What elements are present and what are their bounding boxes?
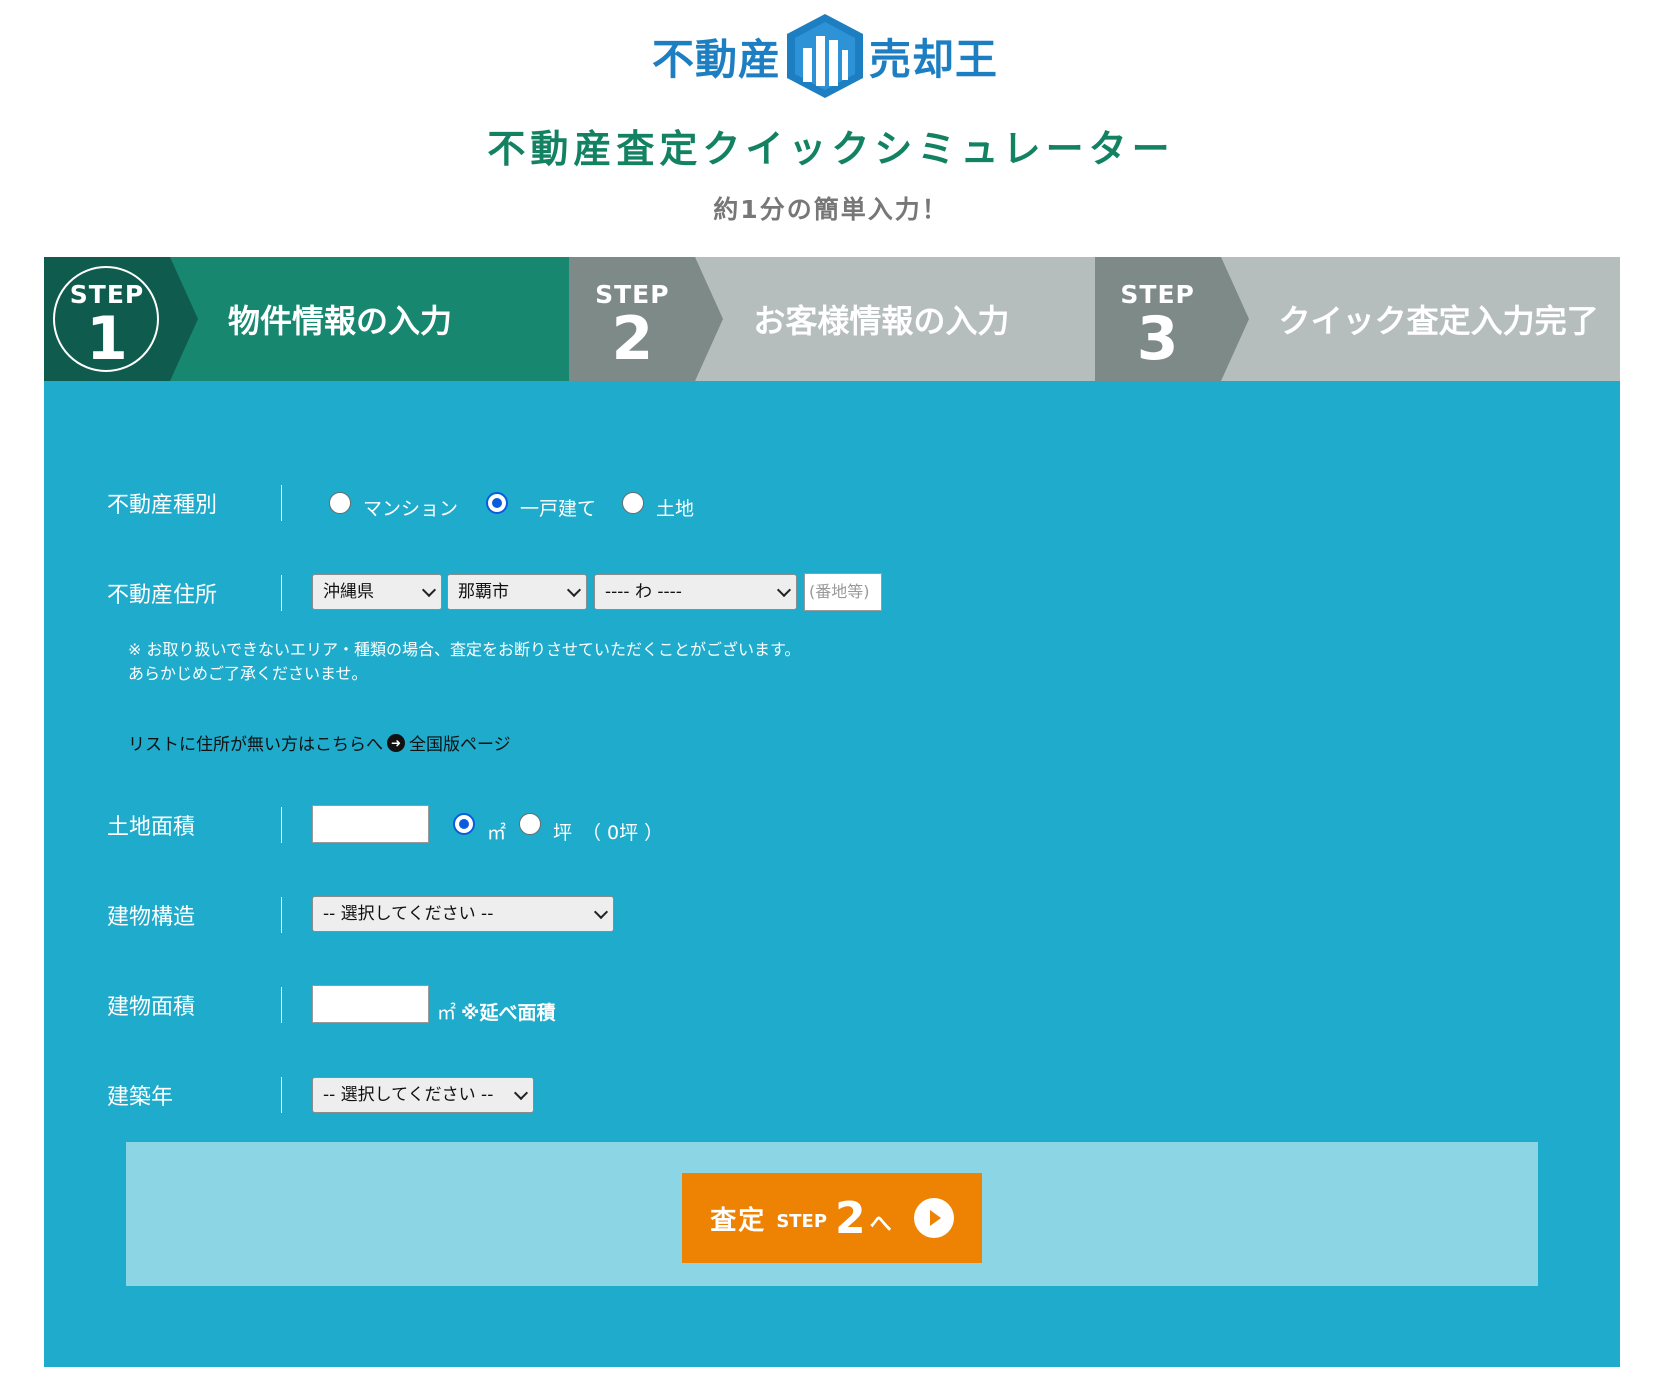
chevron-down-icon [776, 582, 792, 598]
chevron-down-icon [513, 1085, 529, 1101]
logo-text-right: 売却王 [869, 34, 999, 84]
built-year-label: 建築年 [107, 1085, 174, 1110]
step-1-number-box: STEP 1 [44, 257, 198, 381]
nationwide-link-row: リストに住所が無い方はこちらへ ➜ 全国版ページ [128, 730, 511, 755]
step-1: STEP 1 物件情報の入力 [44, 257, 570, 381]
chevron-down-icon [593, 904, 609, 920]
city-select[interactable]: 那覇市 [447, 574, 587, 610]
town-select[interactable]: ---- わ ---- [594, 574, 797, 610]
step-2-digit: 2 [611, 304, 654, 374]
row-divider [281, 485, 282, 521]
next-step-button[interactable]: 査定 STEP 2 へ [682, 1173, 982, 1263]
next-step-text-4: へ [869, 1212, 892, 1237]
built-year-select-value: -- 選択してください -- [323, 1085, 494, 1105]
city-select-value: 那覇市 [458, 582, 509, 602]
row-divider [281, 1077, 282, 1113]
step-1-circle [53, 266, 159, 372]
radio-unit-sqm[interactable] [453, 813, 475, 835]
tsubo-conversion: （ 0坪 ） [582, 822, 664, 844]
town-select-value: ---- わ ---- [605, 582, 682, 602]
address-note-line2: あらかじめご了承くださいませ。 [128, 664, 368, 683]
street-number-input[interactable]: (番地等) [804, 573, 882, 611]
structure-select[interactable]: -- 選択してください -- [312, 896, 614, 932]
radio-detached-house-label[interactable]: 一戸建て [520, 494, 596, 521]
row-divider [281, 897, 282, 933]
building-area-label: 建物面積 [107, 995, 196, 1020]
logo: 不動産 売却王 [652, 10, 1012, 102]
prefecture-select-value: 沖縄県 [323, 582, 374, 602]
address-note-line1: ※ お取り扱いできないエリア・種類の場合、査定をお断りさせていただくことがござい… [128, 640, 801, 659]
land-area-label: 土地面積 [107, 815, 196, 840]
nationwide-page-link[interactable]: 全国版ページ [409, 730, 511, 755]
page-subtitle: 約1分の簡単入力！ [713, 195, 949, 224]
step-2-label: お客様情報の入力 [695, 257, 1095, 381]
row-divider [281, 987, 282, 1023]
radio-detached-house[interactable] [486, 492, 508, 514]
chevron-down-icon [566, 582, 582, 598]
structure-label: 建物構造 [107, 905, 196, 930]
step-3: STEP 3 クイック査定入力完了 [1094, 257, 1620, 381]
step-3-number-box: STEP 3 [1094, 257, 1249, 381]
logo-text-left: 不動産 [652, 34, 782, 84]
street-number-placeholder: (番地等) [809, 582, 870, 601]
step-3-digit: 3 [1136, 304, 1179, 374]
row-divider [281, 575, 282, 611]
built-year-select[interactable]: -- 選択してください -- [312, 1077, 534, 1113]
next-step-text-1: 査定 [710, 1205, 767, 1236]
property-type-label: 不動産種別 [107, 493, 218, 518]
radio-unit-tsubo[interactable] [519, 813, 541, 835]
step-3-word: STEP [1120, 280, 1195, 309]
next-step-text-2: STEP [776, 1210, 828, 1232]
structure-select-value: -- 選択してください -- [323, 904, 494, 924]
nationwide-link-note: リストに住所が無い方はこちらへ [128, 735, 383, 755]
radio-unit-sqm-label[interactable]: ㎡ [487, 818, 506, 845]
step-1-label: 物件情報の入力 [170, 257, 570, 381]
step-2: STEP 2 お客様情報の入力 [569, 257, 1095, 381]
radio-unit-tsubo-label[interactable]: 坪 [553, 818, 572, 845]
arrow-right-circle-icon[interactable]: ➜ [387, 733, 405, 752]
prefecture-select[interactable]: 沖縄県 [312, 574, 442, 610]
next-step-text-3: 2 [835, 1192, 866, 1244]
building-area-unit: ㎡ [437, 1002, 457, 1024]
chevron-down-icon [421, 582, 437, 598]
row-divider [281, 807, 282, 843]
radio-land-label[interactable]: 土地 [656, 494, 694, 521]
land-area-input[interactable] [312, 805, 429, 843]
building-area-input[interactable] [312, 985, 429, 1023]
step-3-label: クイック査定入力完了 [1220, 257, 1620, 381]
radio-mansion[interactable] [329, 492, 351, 514]
address-label: 不動産住所 [107, 583, 218, 608]
radio-mansion-label[interactable]: マンション [363, 494, 458, 521]
page-title: 不動産査定クイックシミュレーター [487, 127, 1175, 171]
play-circle-icon [913, 1198, 954, 1238]
step-2-word: STEP [595, 280, 670, 309]
floor-area-note: ※延べ面積 [461, 1002, 556, 1024]
step-progress-bar: STEP 1 物件情報の入力 STEP 2 お客様情報の入力 STEP 3 クイ… [44, 257, 1620, 381]
building-logo-icon [787, 14, 864, 98]
radio-land[interactable] [622, 492, 644, 514]
step-2-number-box: STEP 2 [569, 257, 724, 381]
